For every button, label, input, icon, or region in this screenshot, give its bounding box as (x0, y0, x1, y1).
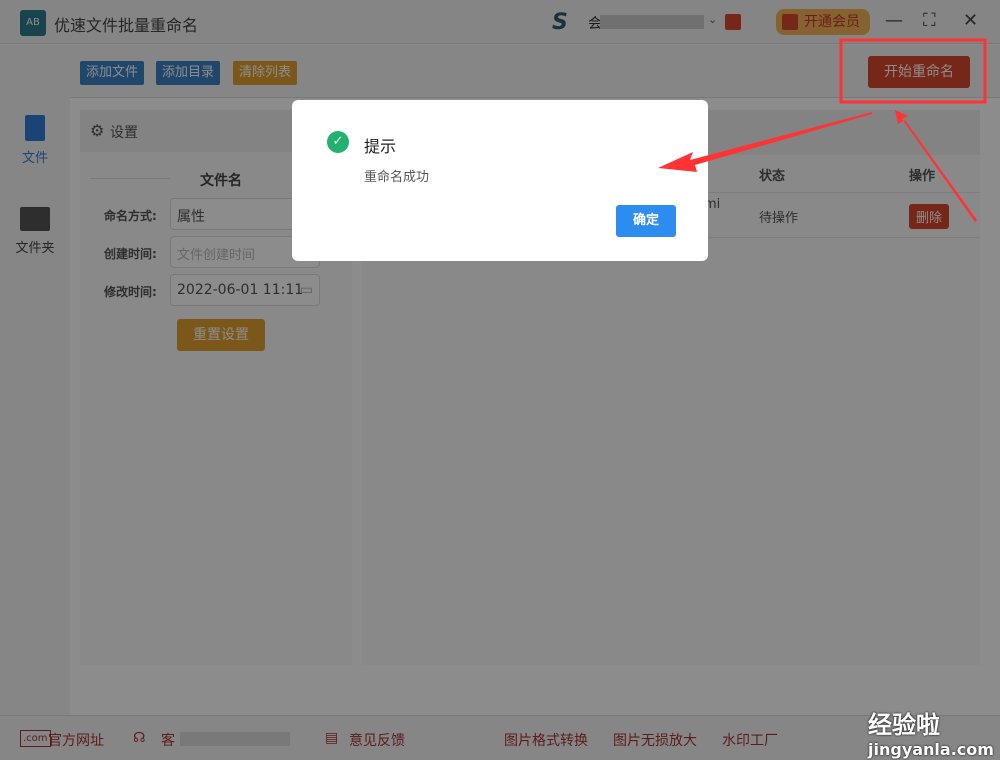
annotation-layer (658, 38, 987, 222)
annotation-arrow-to-button (895, 110, 977, 222)
annotation-highlight-box (839, 38, 987, 104)
annotation-arrow-to-dialog (658, 112, 872, 172)
watermark-text: 经验啦 (868, 711, 940, 739)
watermark-url: jingyanla.com (868, 740, 994, 759)
watermark-logo: 经验啦 jingyanla.com (868, 705, 994, 759)
